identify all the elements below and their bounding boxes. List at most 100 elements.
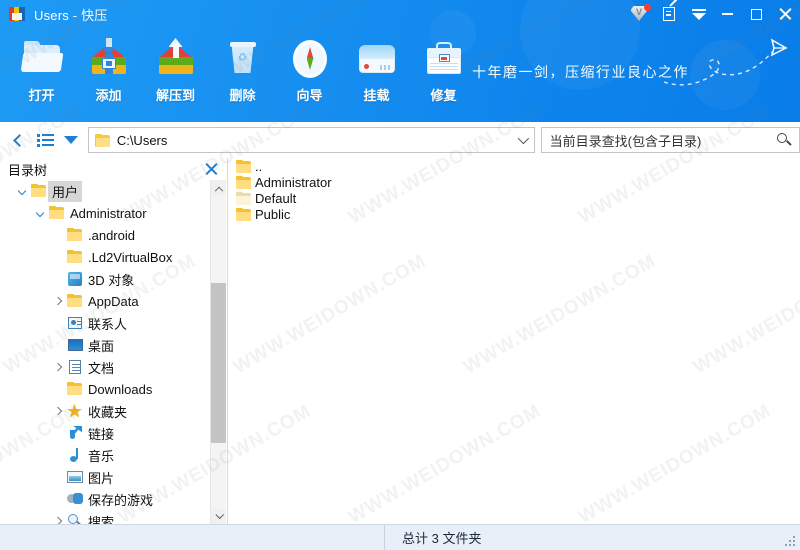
expander-open-icon[interactable] [14,180,30,202]
desktop-icon [66,337,84,353]
file-list-row[interactable]: Administrator [228,174,800,190]
directory-tree[interactable]: 用户 Administrator .android .Ld2VirtualBox 3D … [0,180,211,524]
tree-item-label: 保存的游戏 [88,492,154,508]
kuaiya-file-manager-window: Users - 快压 V 打开 添加 解压到 ♻ 删除 向导 挂载 修复 十年磨… [0,0,800,550]
tree-item[interactable]: 文档 [0,356,210,378]
address-bar-row: C:\Users 当前目录查找(包含子目录) [0,122,800,158]
toolbar-button-label: 向导 [296,88,323,103]
searches-icon [66,513,84,524]
tree-item[interactable]: 3D 对象 [0,268,210,290]
expander-spacer [50,488,66,510]
maximize-icon[interactable] [742,0,771,28]
sidebar-scrollbar[interactable] [211,180,226,524]
tree-item-label: Downloads [88,381,153,397]
status-segment-right: 总计 3 文件夹 [385,528,800,547]
tree-item[interactable]: AppData [0,290,210,312]
expander-spacer [50,378,66,400]
expander-spacer [50,334,66,356]
tree-item[interactable]: 收藏夹 [0,400,210,422]
favorites-star-icon [66,403,84,419]
tree-item-label: 图片 [88,470,115,486]
file-list-name: Public [255,206,291,222]
resize-grip-icon[interactable] [784,535,797,548]
file-list-row[interactable]: Default [228,190,800,206]
folder-icon [66,381,84,397]
scroll-down-icon[interactable] [211,509,226,524]
tree-item[interactable]: .android [0,224,210,246]
directory-tree-panel: 目录树 用户 Administrator .android .Ld2VirtualBo… [0,158,226,524]
minimize-icon[interactable] [713,0,742,28]
expander-closed-icon[interactable] [50,510,66,524]
close-icon[interactable] [771,0,800,28]
window-header: Users - 快压 V 打开 添加 解压到 ♻ 删除 向导 挂载 修复 十年磨… [0,0,800,122]
tree-item[interactable]: .Ld2VirtualBox [0,246,210,268]
folder-icon [66,227,84,243]
toolbar-button-mount[interactable]: 挂载 [343,30,410,116]
saved-games-icon [66,491,84,507]
delete-trash-icon: ♻ [221,36,265,82]
expander-closed-icon[interactable] [50,400,66,422]
file-list-name: .. [255,158,263,174]
tree-item-label: 联系人 [88,316,128,332]
toolbar-button-label: 打开 [28,88,55,103]
expander-spacer [50,466,66,488]
file-list-name: Default [255,190,297,206]
folder-icon [48,205,66,221]
tree-item[interactable]: 图片 [0,466,210,488]
history-dropdown-icon[interactable] [59,127,83,153]
file-list-row[interactable]: .. [228,158,800,174]
menu-dropdown-icon[interactable] [684,0,713,28]
path-input[interactable]: C:\Users [87,127,535,153]
toolbar-button-wizard[interactable]: 向导 [276,30,343,116]
search-icon[interactable] [777,133,792,147]
chevron-down-icon[interactable] [517,132,529,145]
file-list[interactable]: .. Administrator Default Public [227,158,800,524]
tree-item[interactable]: Downloads [0,378,210,400]
tree-item[interactable]: 搜索 [0,510,210,524]
expander-closed-icon[interactable] [50,290,66,312]
status-bar: 总计 3 文件夹 [0,524,800,550]
search-placeholder: 当前目录查找(包含子目录) [549,133,702,149]
back-chevron-icon[interactable] [5,127,31,153]
tree-item-label: 桌面 [88,338,115,354]
scroll-up-icon[interactable] [211,180,226,195]
tree-item[interactable]: 桌面 [0,334,210,356]
tree-item[interactable]: 音乐 [0,444,210,466]
tree-item[interactable]: 保存的游戏 [0,488,210,510]
expander-spacer [50,422,66,444]
scrollbar-thumb[interactable] [211,283,226,443]
folder-icon [66,293,84,309]
repair-toolbox-icon [422,36,466,82]
kuaiya-logo-icon [9,6,25,22]
toolbar-button-extract[interactable]: 解压到 [142,30,209,116]
extract-archive-icon [154,36,198,82]
directory-tree-title: 目录树 [8,162,48,178]
list-view-icon[interactable] [33,127,59,153]
toolbar-button-open[interactable]: 打开 [8,30,75,116]
tree-item[interactable]: 用户 [0,180,210,202]
expander-open-icon[interactable] [32,202,48,224]
tree-item[interactable]: 联系人 [0,312,210,334]
expander-closed-icon[interactable] [50,356,66,378]
toolbar-button-add[interactable]: 添加 [75,30,142,116]
path-value: C:\Users [116,132,168,148]
toolbar-button-repair[interactable]: 修复 [410,30,477,116]
pictures-icon [66,469,84,485]
toolbar-button-delete[interactable]: ♻ 删除 [209,30,276,116]
tree-item-label: 搜索 [88,514,115,525]
feedback-edit-icon[interactable] [655,0,684,28]
search-input[interactable]: 当前目录查找(包含子目录) [540,127,800,153]
vip-diamond-icon[interactable]: V [626,0,655,28]
window-title: Users - 快压 [34,7,108,23]
tree-item[interactable]: Administrator [0,202,210,224]
tree-item[interactable]: 链接 [0,422,210,444]
toolbar-button-label: 删除 [229,88,256,103]
folder-icon [30,183,48,199]
status-segment-left [0,524,385,550]
file-list-row[interactable]: Public [228,206,800,222]
title-bar: Users - 快压 V [0,0,800,28]
tree-item-label: 链接 [88,426,115,442]
close-icon[interactable] [205,162,218,176]
3d-objects-icon [66,271,84,287]
main-body: 目录树 用户 Administrator .android .Ld2VirtualBo… [0,158,800,524]
